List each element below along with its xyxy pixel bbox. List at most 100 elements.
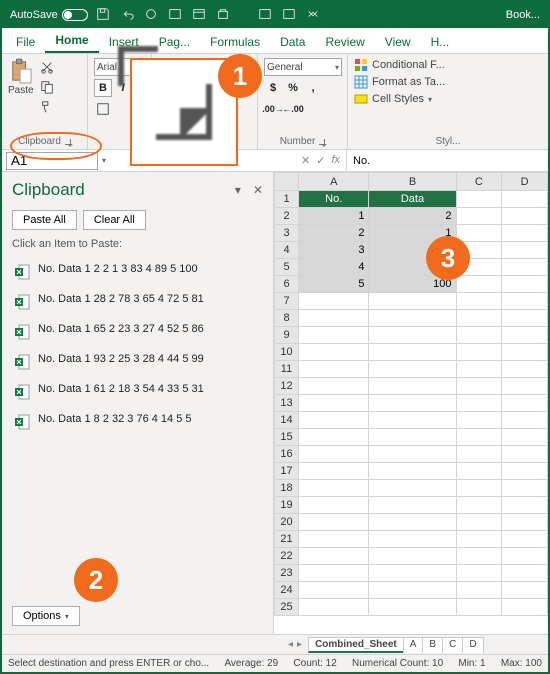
cell[interactable]	[299, 361, 369, 378]
qat-icon[interactable]	[282, 7, 296, 24]
cell[interactable]	[369, 514, 456, 531]
cell[interactable]	[502, 531, 548, 548]
options-button[interactable]: Options▾	[12, 606, 80, 626]
cell[interactable]	[456, 208, 502, 225]
sheet-tab[interactable]: Combined_Sheet	[308, 637, 404, 653]
formula-value[interactable]: No.	[353, 155, 370, 167]
cell[interactable]	[502, 463, 548, 480]
cell[interactable]	[369, 480, 456, 497]
cell[interactable]	[299, 599, 369, 616]
clipboard-item[interactable]: No. Data 1 28 2 78 3 65 4 72 5 81	[12, 286, 263, 316]
decrease-decimal-icon[interactable]: ←.00	[284, 100, 302, 118]
border-button[interactable]	[94, 100, 112, 118]
row-header[interactable]: 1	[275, 191, 299, 208]
cell[interactable]	[299, 412, 369, 429]
number-format-dropdown[interactable]: General▾	[264, 58, 342, 76]
cell[interactable]	[299, 344, 369, 361]
tab-review[interactable]: Review	[315, 31, 374, 53]
spreadsheet-grid[interactable]: ABCD1No.Data2123214383548965100789101112…	[274, 172, 548, 634]
cell-styles-button[interactable]: Cell Styles▾	[354, 92, 542, 106]
conditional-formatting-button[interactable]: Conditional F...	[354, 58, 542, 72]
clipboard-item[interactable]: No. Data 1 61 2 18 3 54 4 33 5 31	[12, 376, 263, 406]
row-header[interactable]: 14	[275, 412, 299, 429]
row-header[interactable]: 7	[275, 293, 299, 310]
sheet-next-icon[interactable]: ▸	[297, 639, 302, 650]
cell[interactable]	[456, 225, 502, 242]
cell[interactable]	[456, 378, 502, 395]
cell[interactable]	[369, 531, 456, 548]
cell[interactable]	[369, 463, 456, 480]
cell[interactable]	[502, 480, 548, 497]
cell[interactable]	[299, 582, 369, 599]
cell[interactable]	[502, 293, 548, 310]
cell[interactable]	[299, 378, 369, 395]
cell[interactable]	[369, 497, 456, 514]
cell[interactable]	[502, 208, 548, 225]
bold-button[interactable]: B	[94, 79, 112, 97]
copy-icon[interactable]	[38, 78, 56, 96]
clipboard-item[interactable]: No. Data 1 93 2 25 3 28 4 44 5 99	[12, 346, 263, 376]
cell[interactable]	[456, 582, 502, 599]
namebox-dropdown-icon[interactable]: ▾	[102, 156, 106, 165]
qat-icon[interactable]	[216, 7, 230, 24]
tab-file[interactable]: File	[6, 31, 45, 53]
sheet-prev-icon[interactable]: ◂	[288, 639, 293, 650]
fx-icon[interactable]: fx	[331, 154, 340, 167]
cell[interactable]	[299, 395, 369, 412]
paste-all-button[interactable]: Paste All	[12, 210, 77, 230]
tab-data[interactable]: Data	[270, 31, 315, 53]
cell[interactable]	[456, 276, 502, 293]
qat-icon[interactable]	[306, 7, 320, 24]
row-header[interactable]: 6	[275, 276, 299, 293]
cell[interactable]	[456, 412, 502, 429]
row-header[interactable]: 13	[275, 395, 299, 412]
cell[interactable]: Data	[369, 191, 456, 208]
cell[interactable]	[502, 378, 548, 395]
cell[interactable]	[502, 242, 548, 259]
qat-icon[interactable]	[168, 7, 182, 24]
col-header[interactable]: A	[299, 173, 369, 191]
save-icon[interactable]	[96, 7, 110, 24]
cell[interactable]	[299, 497, 369, 514]
row-header[interactable]: 4	[275, 242, 299, 259]
cell[interactable]	[369, 599, 456, 616]
sheet-tab[interactable]: C	[442, 637, 463, 653]
col-header[interactable]: B	[369, 173, 456, 191]
row-header[interactable]: 10	[275, 344, 299, 361]
cell[interactable]	[299, 327, 369, 344]
cell[interactable]	[299, 429, 369, 446]
cell[interactable]	[502, 565, 548, 582]
cell[interactable]	[456, 514, 502, 531]
format-painter-icon[interactable]	[38, 98, 56, 116]
row-header[interactable]: 25	[275, 599, 299, 616]
sheet-tab[interactable]: D	[462, 637, 483, 653]
comma-icon[interactable]: ,	[304, 79, 322, 97]
cell[interactable]: No.	[299, 191, 369, 208]
qat-icon[interactable]	[192, 7, 206, 24]
cell[interactable]	[369, 293, 456, 310]
cell[interactable]	[299, 531, 369, 548]
cell[interactable]	[456, 446, 502, 463]
cell[interactable]	[502, 599, 548, 616]
cell[interactable]	[502, 548, 548, 565]
cell[interactable]	[456, 310, 502, 327]
cancel-icon[interactable]: ✕	[301, 154, 310, 167]
cell[interactable]	[502, 361, 548, 378]
row-header[interactable]: 15	[275, 429, 299, 446]
cell[interactable]: 4	[299, 259, 369, 276]
cell[interactable]: 5	[299, 276, 369, 293]
cell[interactable]	[369, 446, 456, 463]
row-header[interactable]: 19	[275, 497, 299, 514]
cell[interactable]	[502, 412, 548, 429]
cell[interactable]	[456, 361, 502, 378]
cell[interactable]	[369, 565, 456, 582]
tab-view[interactable]: View	[375, 31, 421, 53]
cell[interactable]	[456, 395, 502, 412]
row-header[interactable]: 3	[275, 225, 299, 242]
cell[interactable]	[456, 327, 502, 344]
cell[interactable]	[369, 378, 456, 395]
undo-icon[interactable]	[120, 7, 134, 24]
cell[interactable]: 2	[299, 225, 369, 242]
cell[interactable]	[369, 395, 456, 412]
cell[interactable]	[456, 344, 502, 361]
